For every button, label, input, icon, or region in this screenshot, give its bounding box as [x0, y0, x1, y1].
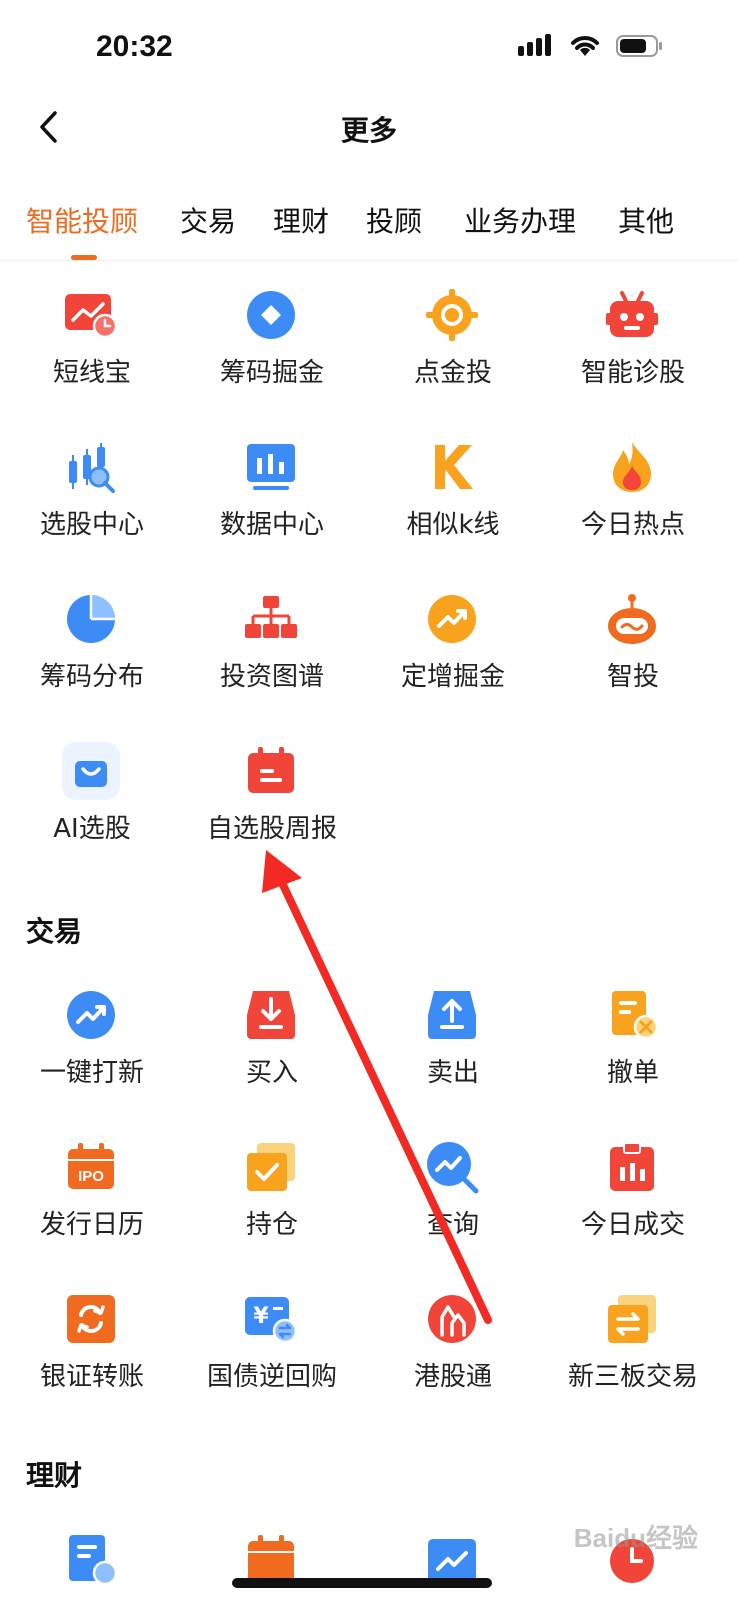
- annotation-arrow: [262, 850, 492, 1324]
- home-indicator[interactable]: [232, 1578, 492, 1588]
- watermark: Baidu经验: [573, 1523, 698, 1553]
